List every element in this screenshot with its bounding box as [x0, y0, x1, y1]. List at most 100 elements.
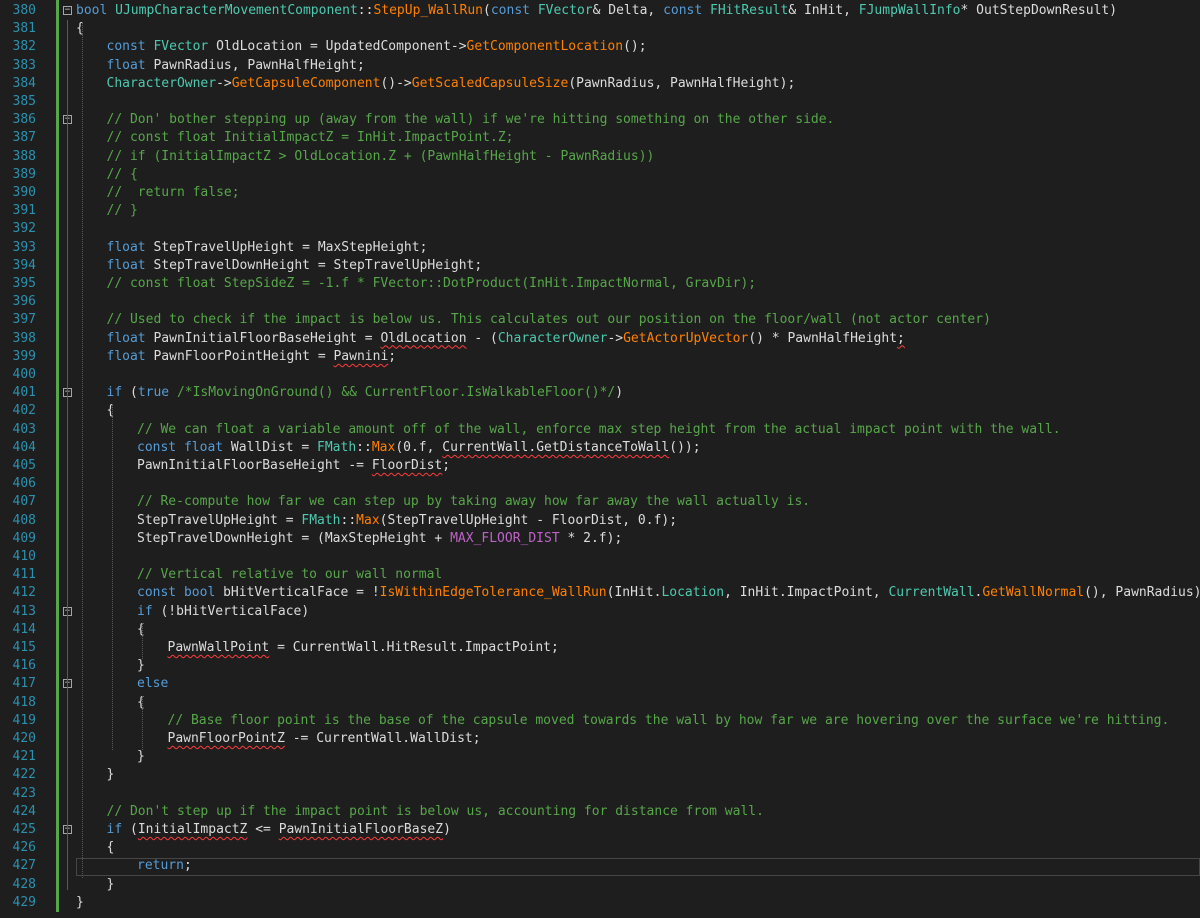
code-line[interactable]: 395 // const float StepSideZ = -1.f * FVe… — [0, 275, 1200, 293]
line-number: 414 — [12, 621, 36, 637]
code-editor[interactable]: 380− bool UJumpCharacterMovementComponent… — [0, 0, 1200, 918]
code-line[interactable]: 397 // Used to check if the impact is bel… — [0, 311, 1200, 329]
comment: // Used to check if the impact is below … — [106, 312, 991, 328]
indent-guide — [82, 22, 83, 878]
code-line[interactable]: 396 — [0, 293, 1200, 311]
code-line[interactable]: 420 PawnFloorPointZ -= CurrentWall.WallDi… — [0, 730, 1200, 748]
code-line[interactable]: 383 float PawnRadius, PawnHalfHeight; — [0, 57, 1200, 75]
code-line[interactable]: 399 float PawnFloorPointHeight = Pawnini; — [0, 348, 1200, 366]
type-name: FMath — [317, 439, 357, 455]
line-number: 386 — [12, 112, 36, 128]
line-text: { — [137, 621, 145, 639]
line-number: 412 — [12, 585, 36, 601]
code-line[interactable]: 389 // { — [0, 166, 1200, 184]
code-line[interactable]: 421} — [0, 748, 1200, 766]
error-token: PawnFloorPointZ — [167, 731, 285, 746]
code-line[interactable]: 401− if (true /*IsMovingOnGround() && Cur… — [0, 384, 1200, 402]
code-line[interactable]: 411 // Vertical relative to our wall norm… — [0, 566, 1200, 584]
code-line[interactable]: 428} — [0, 876, 1200, 894]
code-line[interactable]: 386−// Don' bother stepping up (away fro… — [0, 111, 1200, 129]
indent-guide — [112, 404, 113, 751]
line-text: CharacterOwner->GetCapsuleComponent()->G… — [107, 75, 796, 93]
comment: // return false; — [106, 185, 240, 200]
code-text: StepTravelDownHeight = (MaxStepHeight + — [137, 530, 451, 546]
keyword: bool — [76, 3, 108, 18]
code-line[interactable]: 422} — [0, 766, 1200, 784]
code-text: ( — [122, 822, 138, 837]
code-line[interactable]: 424 // Don't step up if the impact point … — [0, 803, 1200, 821]
code-line[interactable]: 425− if (InitialImpactZ <= PawnInitialFlo… — [0, 821, 1200, 839]
code-line[interactable]: 409 StepTravelDownHeight = (MaxStepHeight… — [0, 530, 1200, 548]
code-line[interactable]: 392 — [0, 220, 1200, 238]
code-text: () * PawnHalfHeight — [748, 330, 898, 346]
code-line[interactable]: 412 const bool bHitVerticalFace = !IsWith… — [0, 584, 1200, 602]
code-text: } — [106, 876, 115, 892]
code-text: (InHit. — [606, 585, 662, 601]
line-text: { — [137, 694, 145, 712]
code-text: { — [106, 403, 115, 419]
line-number: 408 — [12, 512, 36, 528]
code-line[interactable]: 398 float PawnInitialFloorBaseHeight = Ol… — [0, 330, 1200, 348]
code-line[interactable]: 391 // } — [0, 202, 1200, 220]
code-line[interactable]: 427 return; — [0, 857, 1200, 875]
code-line[interactable]: 402 { — [0, 402, 1200, 420]
code-line[interactable]: 417− else — [0, 675, 1200, 693]
line-number: 392 — [12, 221, 36, 237]
line-text: // Don't step up if the impact point is … — [107, 803, 764, 821]
code-line[interactable]: 381{ — [0, 20, 1200, 38]
code-line[interactable]: 388 // if (InitialImpactZ > OldLocation.Z… — [0, 148, 1200, 166]
comment: // Vertical relative to our wall normal — [137, 567, 443, 583]
code-line[interactable]: 384 CharacterOwner->GetCapsuleComponent()… — [0, 75, 1200, 93]
error-token: PawnInitialFloorBaseZ — [278, 822, 444, 837]
code-line[interactable]: 423 — [0, 785, 1200, 803]
code-line[interactable]: 419 // Base floor point is the base of th… — [0, 712, 1200, 730]
code-line[interactable]: 407 // Re-compute how far we can step up … — [0, 493, 1200, 511]
keyword: const — [490, 3, 530, 18]
code-text: ) — [443, 822, 451, 837]
code-line[interactable]: 416} — [0, 657, 1200, 675]
code-text: (0.f, — [395, 439, 443, 455]
code-text: } — [106, 767, 115, 783]
indent-guide — [142, 695, 143, 751]
line-number: 393 — [12, 239, 36, 255]
code-line[interactable]: 414 { — [0, 621, 1200, 639]
line-number: 426 — [12, 840, 36, 856]
code-line[interactable]: 405 PawnInitialFloorBaseHeight -= FloorDi… — [0, 457, 1200, 475]
code-line[interactable]: 403 // We can float a variable amount off… — [0, 421, 1200, 439]
code-line[interactable]: 380 − bool UJumpCharacterMovementComponent… — [0, 2, 1200, 20]
line-text: const float WallDist = FMath::Max(0.f, C… — [137, 439, 701, 457]
code-line[interactable]: 387 // const float InitialImpactZ = InHit… — [0, 129, 1200, 147]
code-line[interactable]: 394 float StepTravelDownHeight = StepTrav… — [0, 257, 1200, 275]
line-number: 416 — [12, 658, 36, 674]
fold-region-line — [67, 821, 68, 872]
code-line[interactable]: 393 float StepTravelUpHeight = MaxStepHei… — [0, 239, 1200, 257]
line-number: 413 — [12, 603, 36, 619]
code-line[interactable]: 400 — [0, 366, 1200, 384]
line-text: const FVector OldLocation = UpdatedCompo… — [107, 38, 647, 56]
code-line[interactable]: 406 — [0, 475, 1200, 493]
code-line[interactable]: 426 { — [0, 839, 1200, 857]
line-number: 422 — [12, 767, 36, 783]
line-text: // Re-compute how far we can step up by … — [137, 493, 810, 511]
error-token: PawnWallPoint — [167, 640, 270, 655]
code-text: :: — [357, 3, 374, 18]
keyword: if — [106, 822, 123, 837]
error-token: CurrentWall.GetDistanceToWall — [442, 439, 670, 455]
code-line[interactable]: 410 — [0, 548, 1200, 566]
line-text: float PawnRadius, PawnHalfHeight; — [107, 57, 365, 75]
code-line[interactable]: 382 const FVector OldLocation = UpdatedCo… — [0, 38, 1200, 56]
code-line[interactable]: 404 const float WallDist = FMath::Max(0.f… — [0, 439, 1200, 457]
line-text: } — [137, 748, 145, 766]
fold-region-line — [67, 129, 68, 199]
code-line[interactable]: 390 // return false; — [0, 184, 1200, 202]
code-line[interactable]: 418 { — [0, 694, 1200, 712]
code-line[interactable]: 385 — [0, 93, 1200, 111]
line-text: // Base floor point is the base of the c… — [168, 712, 1170, 730]
line-text: // { — [107, 166, 138, 184]
type-name: CharacterOwner — [106, 75, 217, 91]
code-line[interactable]: 413− if (!bHitVerticalFace) — [0, 603, 1200, 621]
code-line[interactable]: 415 PawnWallPoint = CurrentWall.HitResult… — [0, 639, 1200, 657]
fold-toggle-icon[interactable]: − — [63, 6, 72, 15]
code-line[interactable]: 408 StepTravelUpHeight = FMath::Max(StepT… — [0, 512, 1200, 530]
code-line[interactable]: 429} — [0, 894, 1200, 912]
